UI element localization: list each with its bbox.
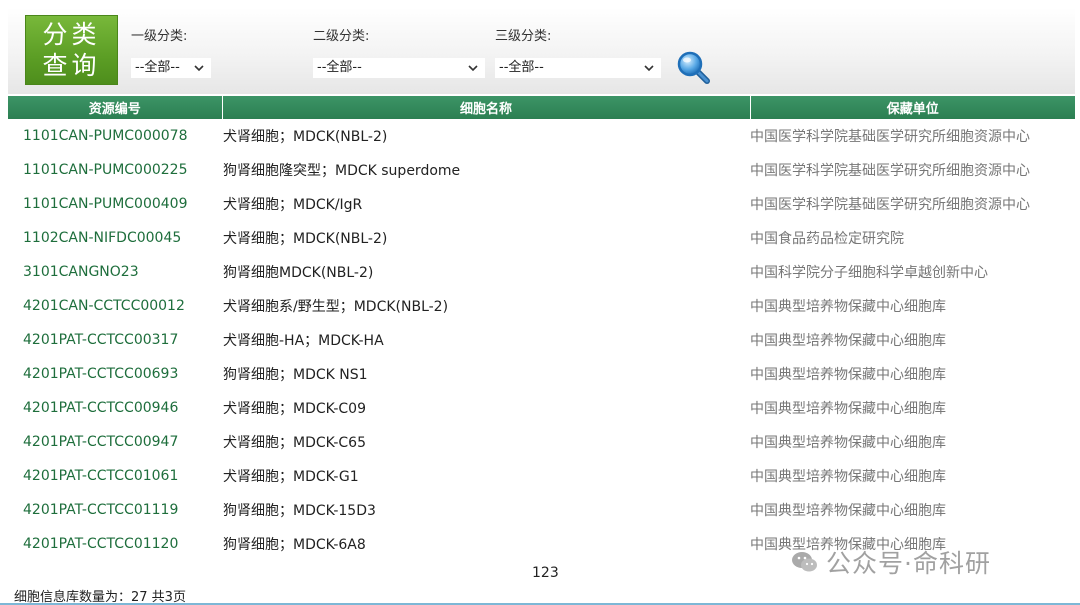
depository-unit: 中国典型培养物保藏中心细胞库 bbox=[750, 503, 946, 519]
depository-unit: 中国典型培养物保藏中心细胞库 bbox=[750, 401, 946, 417]
watermark-text: 公众号·命科研 bbox=[826, 549, 991, 578]
level3-label: 三级分类: bbox=[495, 29, 552, 44]
depository-unit: 中国典型培养物保藏中心细胞库 bbox=[750, 299, 946, 315]
cell-name: 犬肾细胞；MDCK/IgR bbox=[223, 197, 363, 213]
resource-id-link[interactable]: 4201PAT-CCTCC01119 bbox=[8, 493, 222, 527]
depository-unit: 中国食品药品检定研究院 bbox=[750, 231, 904, 247]
watermark: 公众号·命科研 bbox=[790, 542, 991, 582]
results-table: 资源编号 细胞名称 保藏单位 1101CAN-PUMC000078 犬肾细胞；MD… bbox=[8, 96, 1075, 561]
level2-selected-value: --全部-- bbox=[317, 60, 362, 75]
cell-name: 犬肾细胞系/野生型；MDCK(NBL-2) bbox=[223, 299, 449, 315]
cell-name: 犬肾细胞；MDCK-G1 bbox=[223, 469, 359, 485]
resource-id-link[interactable]: 1101CAN-PUMC000225 bbox=[8, 153, 222, 187]
table-row[interactable]: 4201PAT-CCTCC00947 犬肾细胞；MDCK-C65 中国典型培养物保藏… bbox=[8, 425, 1075, 459]
resource-id-link[interactable]: 4201CAN-CCTCC00012 bbox=[8, 289, 222, 323]
search-icon[interactable] bbox=[676, 50, 712, 86]
table-body: 1101CAN-PUMC000078 犬肾细胞；MDCK(NBL-2) 中国医学科学… bbox=[8, 119, 1075, 561]
category-query-button[interactable]: 分类 查询 bbox=[25, 15, 118, 85]
cell-name: 犬肾细胞；MDCK-C65 bbox=[223, 435, 366, 451]
level3-selected-value: --全部-- bbox=[499, 60, 544, 75]
level3-select[interactable]: --全部-- bbox=[495, 58, 661, 78]
col-header-depository[interactable]: 保藏单位 bbox=[750, 96, 1075, 119]
level1-selected-value: --全部-- bbox=[135, 60, 180, 75]
wechat-icon bbox=[792, 552, 817, 572]
cell-name: 犬肾细胞；MDCK-C09 bbox=[223, 401, 366, 417]
cell-name: 犬肾细胞；MDCK(NBL-2) bbox=[223, 231, 388, 247]
table-row[interactable]: 1101CAN-PUMC000078 犬肾细胞；MDCK(NBL-2) 中国医学科学… bbox=[8, 119, 1075, 153]
cell-name: 狗肾细胞；MDCK-6A8 bbox=[223, 537, 366, 553]
depository-unit: 中国医学科学院基础医学研究所细胞资源中心 bbox=[750, 163, 1030, 179]
depository-unit: 中国医学科学院基础医学研究所细胞资源中心 bbox=[750, 129, 1030, 145]
resource-id-link[interactable]: 4201PAT-CCTCC01120 bbox=[8, 527, 222, 561]
col-header-cell-name[interactable]: 细胞名称 bbox=[222, 96, 751, 119]
resource-id-link[interactable]: 4201PAT-CCTCC00317 bbox=[8, 323, 222, 357]
filter-bar: 分类 查询 一级分类: --全部-- 二级分类: --全部-- 三级分类: --… bbox=[8, 8, 1075, 94]
table-row[interactable]: 3101CANGNO23 狗肾细胞MDCK(NBL-2) 中国科学院分子细胞科学卓越… bbox=[8, 255, 1075, 289]
table-row[interactable]: 4201PAT-CCTCC00693 狗肾细胞；MDCK NS1 中国典型培养物保藏… bbox=[8, 357, 1075, 391]
table-header-row: 资源编号 细胞名称 保藏单位 bbox=[8, 96, 1075, 119]
table-row[interactable]: 4201CAN-CCTCC00012 犬肾细胞系/野生型；MDCK(NBL-2) 中… bbox=[8, 289, 1075, 323]
pagination[interactable]: 123 bbox=[532, 565, 559, 581]
resource-id-link[interactable]: 4201PAT-CCTCC00946 bbox=[8, 391, 222, 425]
cell-name: 狗肾细胞MDCK(NBL-2) bbox=[223, 265, 374, 281]
depository-unit: 中国医学科学院基础医学研究所细胞资源中心 bbox=[750, 197, 1030, 213]
resource-id-link[interactable]: 3101CANGNO23 bbox=[8, 255, 222, 289]
category-query-button-line1: 分类 bbox=[42, 20, 101, 49]
level2-label: 二级分类: bbox=[313, 29, 370, 44]
cell-name: 狗肾细胞；MDCK-15D3 bbox=[223, 503, 376, 519]
col-header-resource-id[interactable]: 资源编号 bbox=[8, 96, 223, 119]
table-row[interactable]: 1102CAN-NIFDC00045 犬肾细胞；MDCK(NBL-2) 中国食品药品… bbox=[8, 221, 1075, 255]
depository-unit: 中国科学院分子细胞科学卓越创新中心 bbox=[750, 265, 988, 281]
category-query-button-line2: 查询 bbox=[42, 51, 101, 80]
depository-unit: 中国典型培养物保藏中心细胞库 bbox=[750, 469, 946, 485]
cell-name: 犬肾细胞-HA；MDCK-HA bbox=[223, 333, 384, 349]
resource-id-link[interactable]: 1101CAN-PUMC000409 bbox=[8, 187, 222, 221]
depository-unit: 中国典型培养物保藏中心细胞库 bbox=[750, 367, 946, 383]
table-row[interactable]: 4201PAT-CCTCC01061 犬肾细胞；MDCK-G1 中国典型培养物保藏中… bbox=[8, 459, 1075, 493]
resource-id-link[interactable]: 4201PAT-CCTCC01061 bbox=[8, 459, 222, 493]
chevron-down-icon bbox=[644, 65, 654, 72]
resource-id-link[interactable]: 4201PAT-CCTCC00693 bbox=[8, 357, 222, 391]
table-row[interactable]: 4201PAT-CCTCC01119 狗肾细胞；MDCK-15D3 中国典型培养物保… bbox=[8, 493, 1075, 527]
table-row[interactable]: 4201PAT-CCTCC00317 犬肾细胞-HA；MDCK-HA 中国典型培养物… bbox=[8, 323, 1075, 357]
table-row[interactable]: 1101CAN-PUMC000409 犬肾细胞；MDCK/IgR 中国医学科学院基础… bbox=[8, 187, 1075, 221]
chevron-down-icon bbox=[468, 65, 478, 72]
table-row[interactable]: 4201PAT-CCTCC00946 犬肾细胞；MDCK-C09 中国典型培养物保藏… bbox=[8, 391, 1075, 425]
resource-id-link[interactable]: 1102CAN-NIFDC00045 bbox=[8, 221, 222, 255]
level1-select[interactable]: --全部-- bbox=[131, 58, 211, 78]
depository-unit: 中国典型培养物保藏中心细胞库 bbox=[750, 333, 946, 349]
table-row[interactable]: 1101CAN-PUMC000225 狗肾细胞隆突型；MDCK superdome… bbox=[8, 153, 1075, 187]
chevron-down-icon bbox=[194, 65, 204, 72]
cell-name: 犬肾细胞；MDCK(NBL-2) bbox=[223, 129, 388, 145]
level2-select[interactable]: --全部-- bbox=[313, 58, 485, 78]
cell-name: 狗肾细胞隆突型；MDCK superdome bbox=[223, 163, 461, 179]
depository-unit: 中国典型培养物保藏中心细胞库 bbox=[750, 435, 946, 451]
resource-id-link[interactable]: 4201PAT-CCTCC00947 bbox=[8, 425, 222, 459]
resource-id-link[interactable]: 1101CAN-PUMC000078 bbox=[8, 119, 222, 153]
level1-label: 一级分类: bbox=[131, 29, 188, 44]
cell-name: 狗肾细胞；MDCK NS1 bbox=[223, 367, 368, 383]
